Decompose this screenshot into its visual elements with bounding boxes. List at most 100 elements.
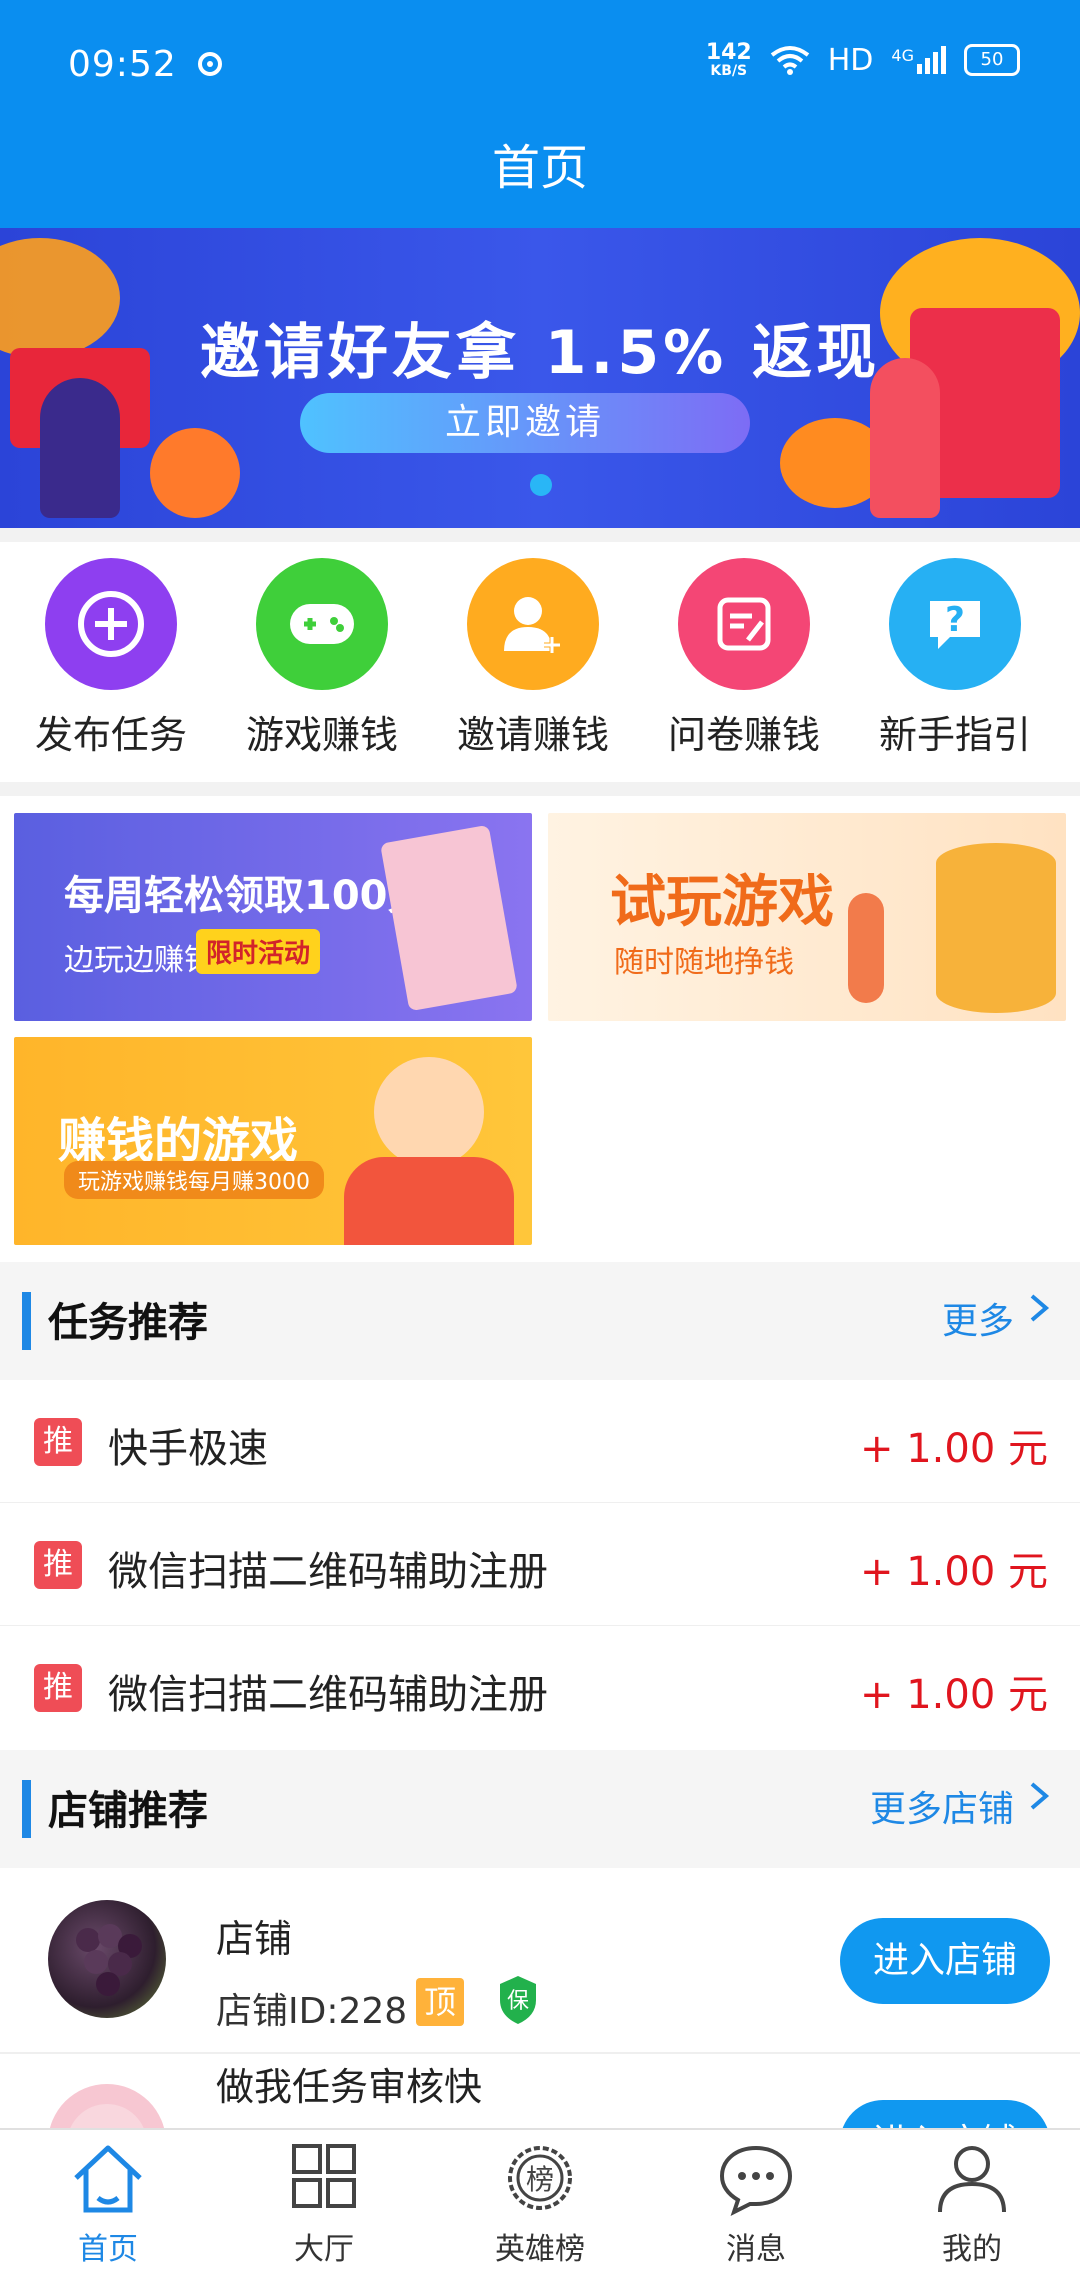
recommend-badge: 推 [34,1541,82,1589]
task-row[interactable]: 推 微信扫描二维码辅助注册 + 1.00 元 [0,1626,1080,1748]
carousel-indicator [530,474,552,496]
nav-messages[interactable]: 消息 [648,2140,864,2268]
task-more-link[interactable]: 更多 [942,1292,1014,1344]
cell-signal-icon: 4G [891,46,946,74]
status-indicators: 142 KB/S HD 4G 50 [706,42,1020,78]
quick-action-label: 问卷赚钱 [667,713,820,757]
status-time: 09:52 [68,44,177,85]
enter-shop-button[interactable]: 进入店铺 [840,2100,1050,2128]
task-reward: + 1.00 元 [859,1426,1048,1472]
profile-icon [938,2146,1006,2213]
promo-tag: 限时活动 [196,929,321,974]
top-app-bar: 09:52 142 KB/S HD 4G 50 首页 [0,0,1080,228]
hd-indicator: HD [827,42,874,78]
banner-headline: 邀请好友拿 1.5% 返现 [199,318,881,388]
recommend-badge: 推 [34,1418,82,1466]
chevron-right-icon[interactable] [1024,1778,1054,1814]
task-name: 快手极速 [108,1426,268,1472]
section-title: 任务推荐 [48,1300,208,1346]
shop-name: 店铺 [216,1917,293,1961]
task-section-header: 任务推荐 更多 [0,1262,1080,1380]
help-icon: ? [889,558,1021,690]
page-title: 首页 [491,140,588,196]
money-stack-image [380,824,518,1012]
task-row[interactable]: 推 快手极速 + 1.00 元 [0,1380,1080,1504]
nav-label: 消息 [726,2232,786,2267]
invite-banner[interactable]: 邀请好友拿 1.5% 返现 立即邀请 [0,228,1080,528]
person-face-image [374,1057,484,1167]
invite-now-button[interactable]: 立即邀请 [300,393,750,453]
promo-subtitle: 玩游戏赚钱每月赚3000 [64,1161,324,1199]
bottom-navigation: 首页 大厅 榜 英雄榜 消息 我的 [0,2128,1080,2282]
divider [0,782,1080,796]
svg-text:榜: 榜 [526,2163,554,2196]
quick-action-label: 发布任务 [34,713,187,757]
quick-action-publish-task[interactable]: 发布任务 [6,558,216,759]
message-icon [719,2145,793,2216]
shop-name: 做我任务审核快 [216,2065,483,2109]
promo-subtitle: 随时随地挣钱 [614,945,794,980]
shop-row[interactable]: 做我任务审核快 进入店铺 [0,2054,1080,2128]
quick-actions: 发布任务 游戏赚钱 邀请赚钱 问卷赚钱 ? 新手指引 [0,542,1080,782]
section-accent-bar [22,1780,31,1838]
svg-text:?: ? [945,600,965,640]
task-reward: + 1.00 元 [859,1549,1048,1595]
promo-trial-games[interactable]: 试玩游戏 随时随地挣钱 [548,813,1066,1021]
quick-action-beginner-guide[interactable]: ? 新手指引 [850,558,1060,759]
quick-action-invite-earn[interactable]: 邀请赚钱 [428,558,638,759]
promo-title: 试玩游戏 [610,870,834,935]
section-accent-bar [22,1292,31,1350]
sync-icon [198,52,222,76]
nav-label: 我的 [942,2232,1002,2267]
nav-hero-ranking[interactable]: 榜 英雄榜 [432,2140,648,2268]
svg-text:保: 保 [507,1989,529,2014]
chevron-right-icon[interactable] [1024,1290,1054,1326]
wifi-icon [770,46,809,75]
section-title: 店铺推荐 [48,1788,208,1834]
shop-more-link[interactable]: 更多店铺 [870,1780,1014,1832]
divider [0,528,1080,542]
shop-section-header: 店铺推荐 更多店铺 [0,1750,1080,1868]
task-row[interactable]: 推 微信扫描二维码辅助注册 + 1.00 元 [0,1503,1080,1627]
nav-label: 大厅 [294,2232,354,2267]
quick-action-survey-earn[interactable]: 问卷赚钱 [639,558,849,759]
add-user-icon [467,558,599,690]
shop-avatar [48,2084,166,2128]
nav-hall[interactable]: 大厅 [216,2140,432,2268]
person-illustration [848,893,884,1003]
person-illustration [40,378,120,518]
nav-home[interactable]: 首页 [0,2140,216,2268]
task-name: 微信扫描二维码辅助注册 [108,1549,548,1595]
net-speed: 142 KB/S [705,40,752,79]
task-name: 微信扫描二维码辅助注册 [108,1672,548,1718]
nav-label: 首页 [78,2232,138,2267]
survey-icon [678,558,810,690]
home-icon [74,2145,142,2213]
guarantee-shield-icon: 保 [500,1976,536,2024]
person-body-image [344,1157,514,1245]
top-tag-badge: 顶 [416,1978,464,2026]
banner-decoration [150,428,240,518]
grid-icon [292,2144,356,2208]
shop-avatar [48,1900,166,2018]
promo-subtitle: 边玩边赚钱 [64,943,214,978]
battery-icon: 50 [964,44,1020,76]
nav-profile[interactable]: 我的 [864,2140,1080,2268]
ranking-medal-icon: 榜 [508,2146,572,2210]
promo-weekly-100[interactable]: 每周轻松领取100元 边玩边赚钱 限时活动 [14,813,532,1021]
recommend-badge: 推 [34,1664,82,1712]
enter-shop-button[interactable]: 进入店铺 [840,1918,1050,2004]
quick-action-game-earn[interactable]: 游戏赚钱 [217,558,427,759]
quick-action-label: 游戏赚钱 [245,713,398,757]
nav-label: 英雄榜 [495,2232,585,2267]
promo-money-games[interactable]: 赚钱的游戏 玩游戏赚钱每月赚3000 [14,1037,532,1245]
shop-row[interactable]: 店铺 店铺ID:228 顶 保 进入店铺 [0,1870,1080,2054]
coin-stack-image [936,843,1056,1013]
shop-id: 店铺ID:228 [216,1991,408,2032]
gamepad-icon [256,558,388,690]
promo-title: 每周轻松领取100元 [64,873,428,919]
task-reward: + 1.00 元 [859,1672,1048,1718]
quick-action-label: 新手指引 [878,713,1031,757]
plus-icon [45,558,177,690]
quick-action-label: 邀请赚钱 [456,713,609,757]
